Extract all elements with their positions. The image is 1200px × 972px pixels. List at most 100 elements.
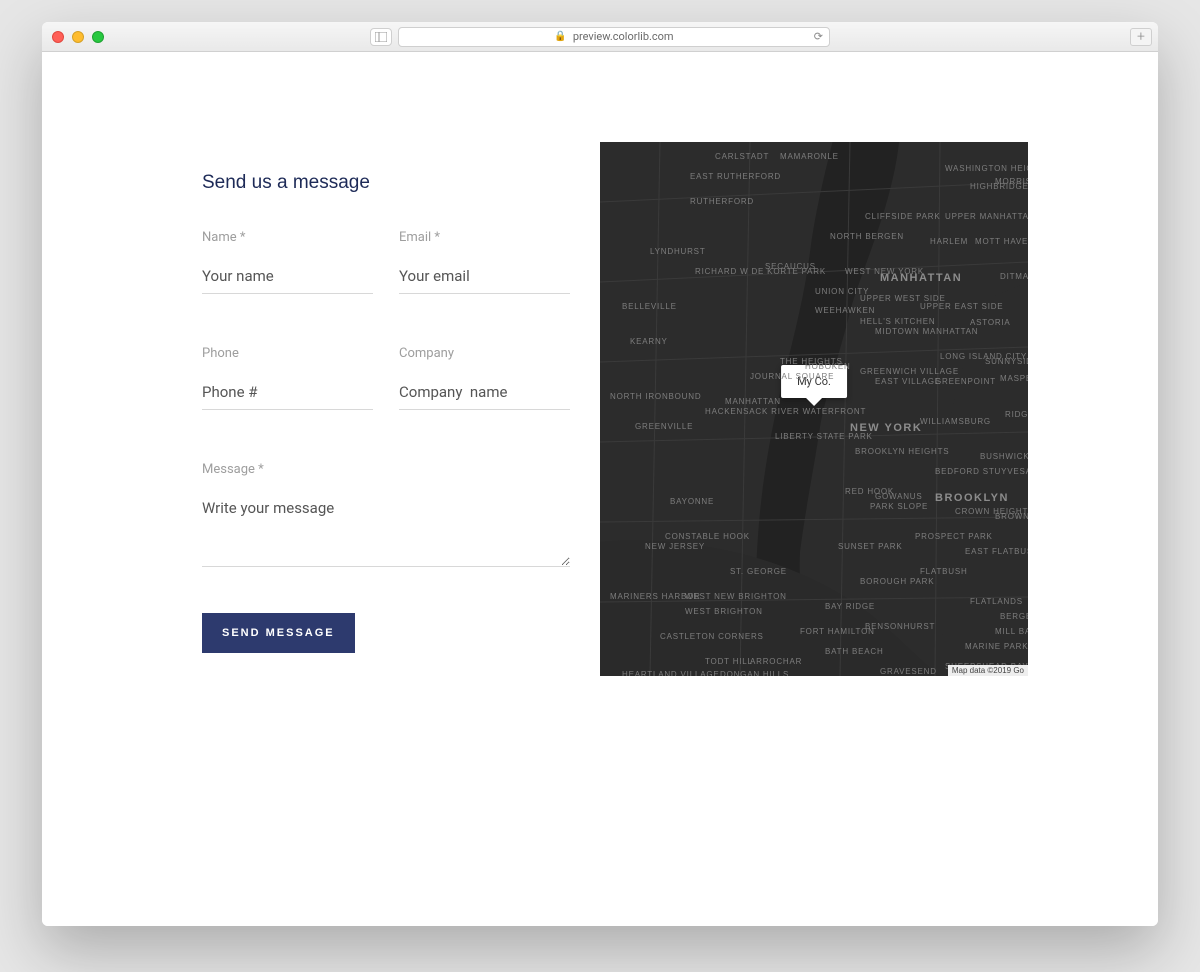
map-area-label: Marine Park xyxy=(965,642,1028,651)
map-area-label: DITMARS STEINWAY xyxy=(1000,272,1028,281)
sidebar-toggle-button[interactable] xyxy=(370,28,392,46)
field-message: Message * xyxy=(202,462,570,571)
map-area-label: DONGAN HILLS xyxy=(720,670,789,676)
map-area-label: GREENWICH VILLAGE xyxy=(860,367,959,376)
map-area-label: FORT HAMILTON xyxy=(800,627,875,636)
name-input[interactable] xyxy=(202,263,373,294)
map-area-label: BROWNSVILLE xyxy=(995,512,1028,521)
map-area-label: BROOKLYN HEIGHTS xyxy=(855,447,949,456)
map-area-label: CASTLETON CORNERS xyxy=(660,632,764,641)
map-area-label: GREENPOINT xyxy=(935,377,996,386)
label-phone: Phone xyxy=(202,346,373,361)
label-message: Message * xyxy=(202,462,570,477)
map-area-label: Rutherford xyxy=(690,197,754,206)
map-area-label: BEDFORD STUYVESANT xyxy=(935,467,1028,476)
map-area-label: Belleville xyxy=(622,302,677,311)
map-area-label: WILLIAMSBURG xyxy=(920,417,991,426)
zoom-window-button[interactable] xyxy=(92,31,104,43)
lock-icon: 🔒 xyxy=(554,31,566,42)
send-message-button[interactable]: SEND MESSAGE xyxy=(202,613,355,653)
map-area-label: MASPETH xyxy=(1000,374,1028,383)
map-area-label: BROOKLYN xyxy=(935,492,1009,504)
map-area-label: Bayonne xyxy=(670,497,714,506)
map-area-label: MORRISANIA xyxy=(995,177,1028,186)
label-email: Email * xyxy=(399,230,570,245)
map-area-label: HARLEM xyxy=(930,237,968,246)
map-area-label: GOWANUS xyxy=(875,492,923,501)
map-area-label: EAST FLATBUSH xyxy=(965,547,1028,556)
label-company: Company xyxy=(399,346,570,361)
map-area-label: HACKENSACK RIVER WATERFRONT xyxy=(705,407,866,416)
map-area-label: WASHINGTON HEIGHTS xyxy=(945,164,1028,173)
map-area-label: WEST BRIGHTON xyxy=(685,607,763,616)
map-area-label: PARK SLOPE xyxy=(870,502,928,511)
map-area-label: Liberty State Park xyxy=(775,432,873,441)
map-area-label: RIDGEWOOD xyxy=(1005,410,1028,419)
map-area-label: JOURNAL SQUARE xyxy=(750,372,834,381)
browser-window: 🔒 preview.colorlib.com ⟳ + Send us a mes… xyxy=(42,22,1158,926)
map-area-label: ASTORIA xyxy=(970,318,1011,327)
company-input[interactable] xyxy=(399,379,570,410)
field-company: Company xyxy=(399,346,570,410)
map-area-label: North Bergen xyxy=(830,232,904,241)
map-area-label: BAY RIDGE xyxy=(825,602,875,611)
address-bar-group: 🔒 preview.colorlib.com ⟳ xyxy=(370,27,830,47)
map-area-label: East Rutherford xyxy=(690,172,781,181)
map-area-label: FLATLANDS xyxy=(970,597,1023,606)
map-area-label: Carlstadt xyxy=(715,152,769,161)
map-area-label: Lyndhurst xyxy=(650,247,706,256)
field-email: Email * xyxy=(399,230,570,294)
map-area-label: Cliffside Park xyxy=(865,212,941,221)
email-input[interactable] xyxy=(399,263,570,294)
field-name: Name * xyxy=(202,230,373,294)
map-area-label: BERGEN BEACH xyxy=(1000,612,1028,621)
map-area-label: SUNNYSIDE xyxy=(985,357,1028,366)
map-area-label: CONSTABLE HOOK xyxy=(665,532,750,541)
map-area-label: Mamaronle xyxy=(780,152,839,161)
address-bar[interactable]: 🔒 preview.colorlib.com ⟳ xyxy=(398,27,830,47)
map-area-label: Hoboken xyxy=(805,362,851,371)
map-area-label: HEARTLAND VILLAGE xyxy=(622,670,719,676)
phone-input[interactable] xyxy=(202,379,373,410)
map-area-label: MOTT HAVEN xyxy=(975,237,1028,246)
window-controls xyxy=(52,31,104,43)
map-area-label: UPPER EAST SIDE xyxy=(920,302,1003,311)
map-area-label: TODT HILL xyxy=(705,657,753,666)
reload-icon[interactable]: ⟳ xyxy=(814,30,823,43)
map-area-label: MIDTOWN MANHATTAN xyxy=(875,327,978,336)
url-text: preview.colorlib.com xyxy=(573,30,674,43)
map-area-label: West New York xyxy=(845,267,924,276)
map-area-label: BOROUGH PARK xyxy=(860,577,934,586)
map[interactable]: My Co. MANHATTANBROOKLYNNew YorkNorth Be… xyxy=(600,142,1028,676)
contact-card: Send us a message Name * Email * Phone xyxy=(172,142,1028,676)
map-area-label: ST. GEORGE xyxy=(730,567,787,576)
map-area-label: Richard W De Korte Park xyxy=(695,267,826,276)
map-area-label: Prospect Park xyxy=(915,532,993,541)
map-area-label: GREENVILLE xyxy=(635,422,693,431)
new-tab-button[interactable]: + xyxy=(1130,28,1152,46)
map-area-label: BUSHWICK xyxy=(980,452,1028,461)
map-area-label: EAST VILLAGE xyxy=(875,377,941,386)
map-area-label: BENSONHURST xyxy=(865,622,935,631)
map-area-label: GRAVESEND xyxy=(880,667,937,676)
message-textarea[interactable] xyxy=(202,495,570,567)
contact-form: Send us a message Name * Email * Phone xyxy=(172,142,600,676)
map-area-label: West New Brighton xyxy=(685,592,787,601)
map-area-label: NEW JERSEY xyxy=(645,542,705,551)
map-area-label: MANHATTAN xyxy=(725,397,781,406)
map-area-label: FLATBUSH xyxy=(920,567,968,576)
map-area-label: UPPER MANHATTAN xyxy=(945,212,1028,221)
map-area-label: Weehawken xyxy=(815,306,875,315)
form-title: Send us a message xyxy=(202,172,570,194)
browser-titlebar: 🔒 preview.colorlib.com ⟳ + xyxy=(42,22,1158,52)
map-area-label: UPPER WEST SIDE xyxy=(860,294,946,303)
page-viewport: Send us a message Name * Email * Phone xyxy=(42,52,1158,926)
map-area-label: MILL BASIN xyxy=(995,627,1028,636)
map-area-label: Kearny xyxy=(630,337,668,346)
label-name: Name * xyxy=(202,230,373,245)
map-area-label: NORTH IRONBOUND xyxy=(610,392,701,401)
minimize-window-button[interactable] xyxy=(72,31,84,43)
close-window-button[interactable] xyxy=(52,31,64,43)
map-area-label: HELL'S KITCHEN xyxy=(860,317,935,326)
field-phone: Phone xyxy=(202,346,373,410)
